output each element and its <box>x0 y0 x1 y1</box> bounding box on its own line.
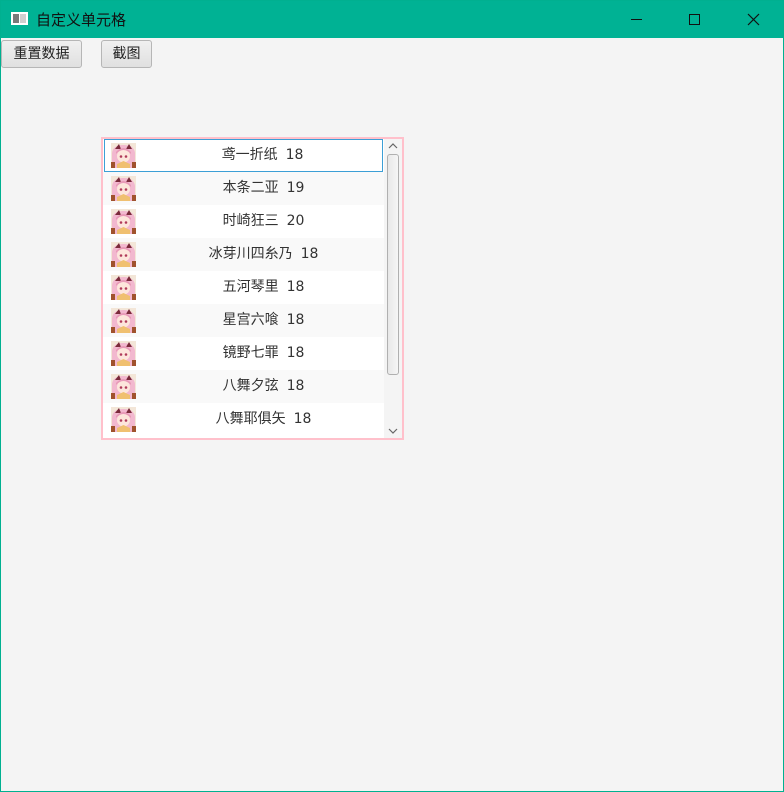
list-item-label: 八舞夕弦 18 <box>143 370 384 403</box>
list-item-label: 八舞耶俱矢 18 <box>143 403 384 436</box>
list-item-label: 鸢一折纸 18 <box>143 140 382 173</box>
anime-avatar-icon <box>111 308 136 333</box>
window-title: 自定义单元格 <box>36 11 127 29</box>
scrollbar-thumb[interactable] <box>387 154 399 375</box>
character-name: 八舞耶俱矢 <box>215 411 286 427</box>
maximize-icon <box>689 14 700 25</box>
screenshot-button[interactable]: 截图 <box>101 40 152 68</box>
character-age: 18 <box>286 279 305 295</box>
app-icon <box>11 12 28 25</box>
anime-avatar-icon <box>111 341 136 366</box>
character-age: 18 <box>285 147 304 163</box>
anime-avatar-icon <box>111 143 136 168</box>
close-icon <box>747 13 760 26</box>
list-item[interactable]: 冰芽川四糸乃 18 <box>103 238 384 271</box>
scroll-down-button[interactable] <box>384 424 402 438</box>
character-age: 18 <box>286 312 305 328</box>
character-age: 18 <box>300 246 319 262</box>
character-name: 时崎狂三 <box>222 213 279 229</box>
list-item-label: 时崎狂三 20 <box>143 205 384 238</box>
list-item[interactable]: 星宫六喰 18 <box>103 304 384 337</box>
scroll-up-button[interactable] <box>384 139 402 153</box>
maximize-button[interactable] <box>665 1 723 38</box>
list-item[interactable]: 本条二亚 19 <box>103 172 384 205</box>
anime-avatar-icon <box>111 407 136 432</box>
character-age: 20 <box>286 213 305 229</box>
character-name: 星宫六喰 <box>222 312 279 328</box>
character-age: 18 <box>293 411 312 427</box>
list-item[interactable]: 镜野七罪 18 <box>103 337 384 370</box>
chevron-up-icon <box>388 143 398 149</box>
anime-avatar-icon <box>111 209 136 234</box>
anime-avatar-icon <box>111 176 136 201</box>
character-list[interactable]: 鸢一折纸 18 本条二亚 19 时崎狂三 20 冰芽川四糸乃 18 五河琴里 18 <box>101 137 404 440</box>
list-item[interactable]: 八舞夕弦 18 <box>103 370 384 403</box>
character-name: 鸢一折纸 <box>221 147 278 163</box>
anime-avatar-icon <box>111 374 136 399</box>
list-item-label: 本条二亚 19 <box>143 172 384 205</box>
character-name: 八舞夕弦 <box>222 378 279 394</box>
list-rows: 鸢一折纸 18 本条二亚 19 时崎狂三 20 冰芽川四糸乃 18 五河琴里 18 <box>103 139 384 436</box>
character-age: 18 <box>286 378 305 394</box>
character-name: 冰芽川四糸乃 <box>208 246 293 262</box>
list-item-label: 五河琴里 18 <box>143 271 384 304</box>
list-item-label: 星宫六喰 18 <box>143 304 384 337</box>
close-button[interactable] <box>723 1 781 38</box>
character-age: 18 <box>286 345 305 361</box>
anime-avatar-icon <box>111 242 136 267</box>
character-name: 镜野七罪 <box>222 345 279 361</box>
anime-avatar-icon <box>111 275 136 300</box>
character-name: 本条二亚 <box>222 180 279 196</box>
list-item-label: 冰芽川四糸乃 18 <box>143 238 384 271</box>
character-age: 19 <box>286 180 305 196</box>
list-item[interactable]: 八舞耶俱矢 18 <box>103 403 384 436</box>
vertical-scrollbar[interactable] <box>384 139 402 438</box>
app-window: 自定义单元格 重置数据 截图 鸢一折纸 18 本条二亚 19 时崎狂三 20 冰… <box>0 0 784 792</box>
character-name: 五河琴里 <box>222 279 279 295</box>
title-bar[interactable]: 自定义单元格 <box>1 1 783 38</box>
list-item[interactable]: 五河琴里 18 <box>103 271 384 304</box>
list-item-label: 镜野七罪 18 <box>143 337 384 370</box>
list-item[interactable]: 时崎狂三 20 <box>103 205 384 238</box>
reset-data-button[interactable]: 重置数据 <box>1 40 82 68</box>
minimize-button[interactable] <box>607 1 665 38</box>
minimize-icon <box>631 19 642 20</box>
chevron-down-icon <box>388 428 398 434</box>
list-item[interactable]: 鸢一折纸 18 <box>104 139 383 172</box>
